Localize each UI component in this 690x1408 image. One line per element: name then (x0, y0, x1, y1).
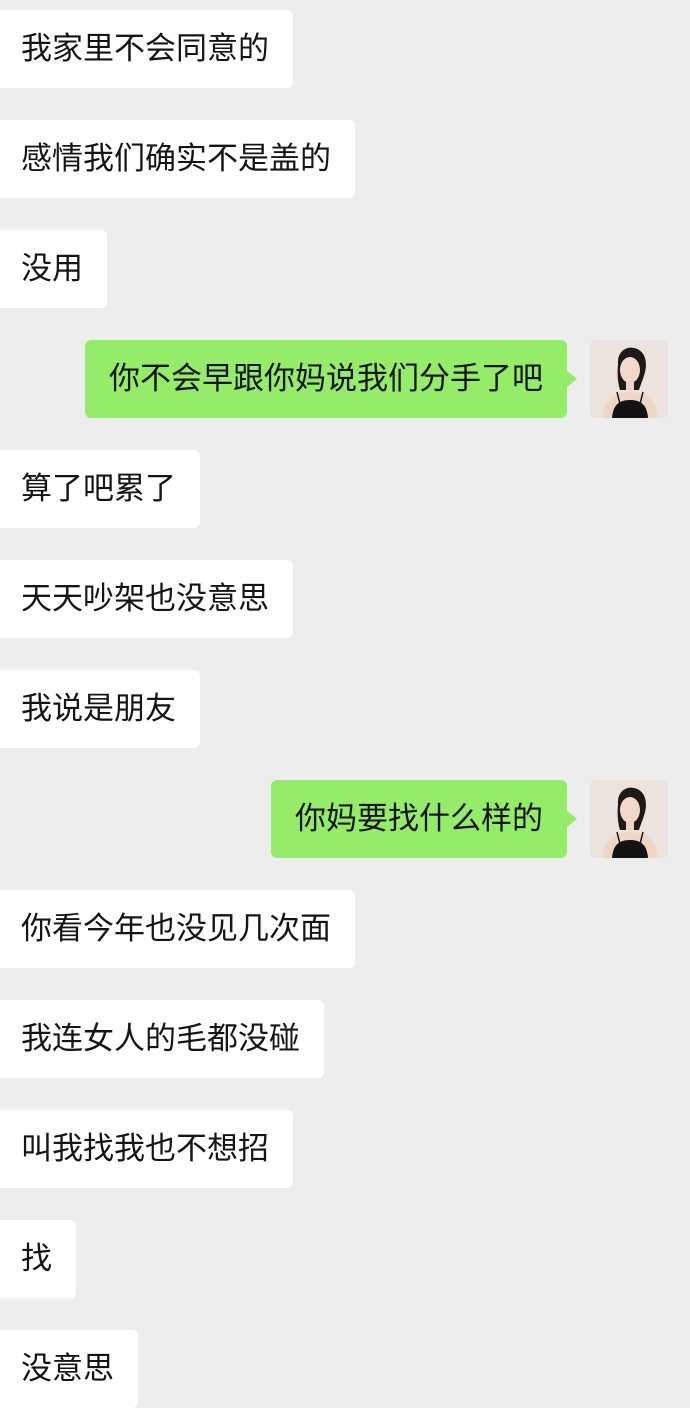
message-row-incoming: 我家里不会同意的 (0, 10, 690, 88)
incoming-message-bubble[interactable]: 没意思 (0, 1330, 138, 1408)
outgoing-message-bubble[interactable]: 你不会早跟你妈说我们分手了吧 (85, 340, 577, 418)
incoming-message-bubble[interactable]: 你看今年也没见几次面 (0, 890, 355, 968)
user-avatar[interactable] (590, 780, 668, 858)
user-avatar-photo-icon (590, 780, 668, 858)
message-row-outgoing: 你不会早跟你妈说我们分手了吧 (0, 340, 690, 418)
incoming-message-bubble[interactable]: 算了吧累了 (0, 450, 200, 528)
message-row-incoming: 我连女人的毛都没碰 (0, 1000, 690, 1078)
incoming-message-bubble[interactable]: 我家里不会同意的 (0, 10, 293, 88)
message-row-incoming: 叫我找我也不想招 (0, 1110, 690, 1188)
message-row-incoming: 我说是朋友 (0, 670, 690, 748)
outgoing-message-text: 你不会早跟你妈说我们分手了吧 (109, 361, 543, 397)
incoming-message-bubble[interactable]: 感情我们确实不是盖的 (0, 120, 355, 198)
message-row-incoming: 算了吧累了 (0, 450, 690, 528)
outgoing-message-text: 你妈要找什么样的 (295, 801, 543, 837)
incoming-message-bubble[interactable]: 叫我找我也不想招 (0, 1110, 293, 1188)
incoming-message-bubble[interactable]: 我说是朋友 (0, 670, 200, 748)
message-row-incoming: 没意思 (0, 1330, 690, 1408)
bubble-tail (566, 810, 577, 828)
user-avatar[interactable] (590, 340, 668, 418)
message-row-incoming: 天天吵架也没意思 (0, 560, 690, 638)
incoming-message-bubble[interactable]: 找 (0, 1220, 76, 1298)
bubble-tail (566, 370, 577, 388)
incoming-message-bubble[interactable]: 天天吵架也没意思 (0, 560, 293, 638)
outgoing-message-bubble[interactable]: 你妈要找什么样的 (271, 780, 577, 858)
incoming-message-bubble[interactable]: 没用 (0, 230, 107, 308)
message-row-incoming: 没用 (0, 230, 690, 308)
message-row-outgoing: 你妈要找什么样的 (0, 780, 690, 858)
chat-message-list[interactable]: 我家里不会同意的 感情我们确实不是盖的 没用 你不会早跟你妈说我们分手了吧 算了… (0, 0, 690, 1408)
message-row-incoming: 感情我们确实不是盖的 (0, 120, 690, 198)
user-avatar-photo-icon (590, 340, 668, 418)
incoming-message-bubble[interactable]: 我连女人的毛都没碰 (0, 1000, 324, 1078)
message-row-incoming: 你看今年也没见几次面 (0, 890, 690, 968)
message-row-incoming: 找 (0, 1220, 690, 1298)
